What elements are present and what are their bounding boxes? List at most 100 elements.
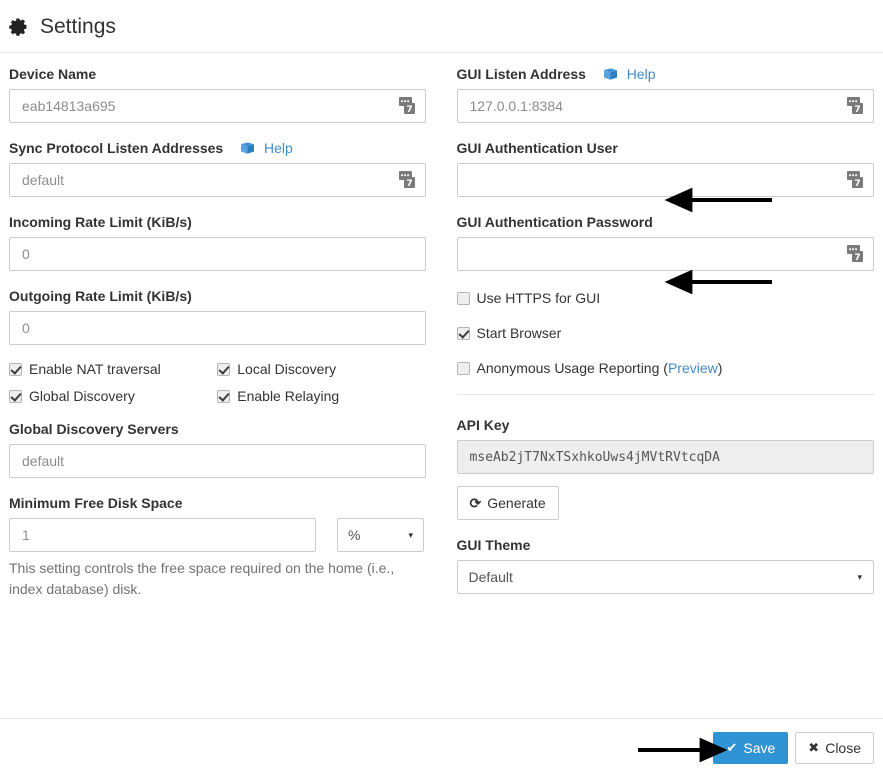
device-name-label: Device Name <box>9 66 97 82</box>
gear-icon <box>9 17 28 36</box>
incoming-rate-label: Incoming Rate Limit (KiB/s) <box>9 214 192 230</box>
sync-listen-label: Sync Protocol Listen Addresses Help <box>9 138 426 158</box>
gui-auth-user-field-wrap: 7 <box>456 163 874 197</box>
checkbox-local-discovery-label: Local Discovery <box>237 361 337 377</box>
right-column-divider <box>456 394 874 395</box>
global-discovery-servers-label: Global Discovery Servers <box>9 421 179 437</box>
gui-auth-password-input[interactable] <box>456 237 874 271</box>
settings-modal-header: Settings <box>0 0 883 53</box>
api-key-label: API Key <box>456 417 510 433</box>
sync-listen-help-link[interactable]: Help <box>240 140 293 156</box>
checkbox-global-discovery-label: Global Discovery <box>29 388 135 404</box>
svg-text:7: 7 <box>854 253 860 263</box>
sync-listen-label-text: Sync Protocol Listen Addresses <box>9 140 224 156</box>
gui-listen-address-input[interactable] <box>456 89 874 123</box>
checkbox-anonymous-usage-reporting-box[interactable] <box>456 361 470 375</box>
autofill-badge-icon[interactable]: 7 <box>847 95 867 117</box>
gui-auth-user-input[interactable] <box>456 163 874 197</box>
autofill-badge-icon[interactable]: 7 <box>398 95 419 117</box>
min-free-disk-input[interactable] <box>9 518 316 552</box>
checkbox-local-discovery[interactable]: Local Discovery <box>217 360 425 378</box>
checkbox-use-https-label: Use HTTPS for GUI <box>476 290 601 306</box>
checkbox-use-https-box[interactable] <box>456 291 470 305</box>
close-button-label: Close <box>825 739 861 756</box>
device-name-field-wrap: 7 <box>9 89 426 123</box>
gui-options-checkbox-list: Use HTTPS for GUI Start Browser Anonymou… <box>456 289 875 377</box>
checkbox-local-discovery-box[interactable] <box>217 362 231 376</box>
save-button[interactable]: ✔ Save <box>713 731 789 764</box>
gui-listen-address-help-link[interactable]: Help <box>603 66 656 82</box>
checkbox-row: Global Discovery Enable Relaying <box>9 387 426 405</box>
incoming-rate-input[interactable] <box>9 237 426 271</box>
checkbox-global-discovery[interactable]: Global Discovery <box>9 387 217 405</box>
gui-theme-label: GUI Theme <box>456 537 531 553</box>
generate-api-key-button[interactable]: ⟳ Generate <box>456 486 559 520</box>
checkbox-enable-relaying[interactable]: Enable Relaying <box>217 387 425 405</box>
global-discovery-servers-group: Global Discovery Servers <box>9 419 426 478</box>
autofill-badge-icon[interactable]: 7 <box>847 243 867 265</box>
api-key-value: mseAb2jT7NxTSxhkoUws4jMVtRVtcqDA <box>456 440 874 474</box>
min-free-disk-group: Minimum Free Disk Space % ▾ This setting… <box>9 493 426 600</box>
save-button-label: Save <box>743 739 776 756</box>
min-free-disk-help-text: This setting controls the free space req… <box>9 560 395 597</box>
checkbox-use-https[interactable]: Use HTTPS for GUI <box>456 289 875 307</box>
device-name-input[interactable] <box>9 89 426 123</box>
gui-listen-address-help-label: Help <box>626 66 656 82</box>
check-icon: ✔ <box>726 740 738 755</box>
svg-text:7: 7 <box>406 179 412 189</box>
chevron-down-icon: ▾ <box>857 571 862 582</box>
settings-right-column: GUI Listen Address Help 127.0.0.1:8384 7… <box>442 64 875 718</box>
svg-text:7: 7 <box>854 105 860 115</box>
refresh-icon: ⟳ <box>469 495 482 511</box>
close-button[interactable]: ✖ Close <box>795 731 874 764</box>
autofill-badge-icon[interactable]: 7 <box>847 169 867 191</box>
book-icon <box>240 142 255 155</box>
outgoing-rate-group: Outgoing Rate Limit (KiB/s) <box>9 286 426 345</box>
gui-auth-password-label: GUI Authentication Password <box>456 214 653 230</box>
autofill-badge-icon[interactable]: 7 <box>398 169 419 191</box>
gui-auth-user-group: GUI Authentication User 7 <box>456 138 874 197</box>
settings-left-column: Device Name 7 Sync Protocol Listen <box>9 64 442 718</box>
global-discovery-servers-input[interactable] <box>9 444 426 478</box>
chevron-down-icon: ▾ <box>408 529 413 540</box>
preview-link[interactable]: Preview <box>668 360 718 376</box>
checkbox-start-browser-box[interactable] <box>456 326 470 340</box>
api-key-group: API Key mseAb2jT7NxTSxhkoUws4jMVtRVtcqDA… <box>456 415 874 520</box>
svg-text:7: 7 <box>854 179 860 189</box>
sync-listen-input[interactable] <box>9 163 426 197</box>
min-free-disk-unit-value: % <box>348 527 361 543</box>
outgoing-rate-label: Outgoing Rate Limit (KiB/s) <box>9 288 192 304</box>
close-icon: ✖ <box>808 740 820 755</box>
gui-theme-select[interactable]: Default ▾ <box>456 560 874 594</box>
checkbox-start-browser-label: Start Browser <box>476 325 562 341</box>
outgoing-rate-input[interactable] <box>9 311 426 345</box>
checkbox-nat-traversal-label: Enable NAT traversal <box>29 361 161 377</box>
gui-auth-user-label: GUI Authentication User <box>456 140 618 156</box>
checkbox-enable-relaying-box[interactable] <box>217 389 231 403</box>
anonymous-usage-reporting-text: Anonymous Usage Reporting ( <box>476 360 668 376</box>
checkbox-start-browser[interactable]: Start Browser <box>456 324 875 342</box>
anonymous-usage-reporting-suffix: ) <box>717 360 723 376</box>
sync-listen-group: Sync Protocol Listen Addresses Help defa… <box>9 138 426 197</box>
device-name-group: Device Name 7 <box>9 64 426 123</box>
network-options-checkbox-grid: Enable NAT traversal Local Discovery Glo… <box>9 360 426 405</box>
page-title: Settings <box>40 14 116 38</box>
checkbox-anonymous-usage-reporting-label: Anonymous Usage Reporting (Preview) <box>477 359 723 377</box>
sync-listen-help-label: Help <box>264 140 293 156</box>
gui-listen-address-field-wrap: 7 <box>456 89 874 123</box>
gui-theme-group: GUI Theme Default ▾ <box>456 535 874 594</box>
checkbox-row: Enable NAT traversal Local Discovery <box>9 360 426 378</box>
gui-auth-password-group: GUI Authentication Password 7 <box>456 212 874 271</box>
checkbox-nat-traversal[interactable]: Enable NAT traversal <box>9 360 217 378</box>
book-icon <box>603 68 618 81</box>
checkbox-anonymous-usage-reporting[interactable]: Anonymous Usage Reporting (Preview) <box>456 359 875 377</box>
min-free-disk-inline-group: % ▾ <box>9 518 426 552</box>
sync-listen-field-wrap: 7 <box>9 163 426 197</box>
checkbox-enable-relaying-label: Enable Relaying <box>237 388 340 404</box>
gui-theme-selected-value: Default <box>468 569 513 585</box>
checkbox-global-discovery-box[interactable] <box>9 389 22 403</box>
min-free-disk-label: Minimum Free Disk Space <box>9 495 183 511</box>
min-free-disk-unit-select[interactable]: % ▾ <box>337 518 424 552</box>
gui-listen-address-label: GUI Listen Address Help <box>457 64 875 84</box>
checkbox-nat-traversal-box[interactable] <box>9 362 22 376</box>
